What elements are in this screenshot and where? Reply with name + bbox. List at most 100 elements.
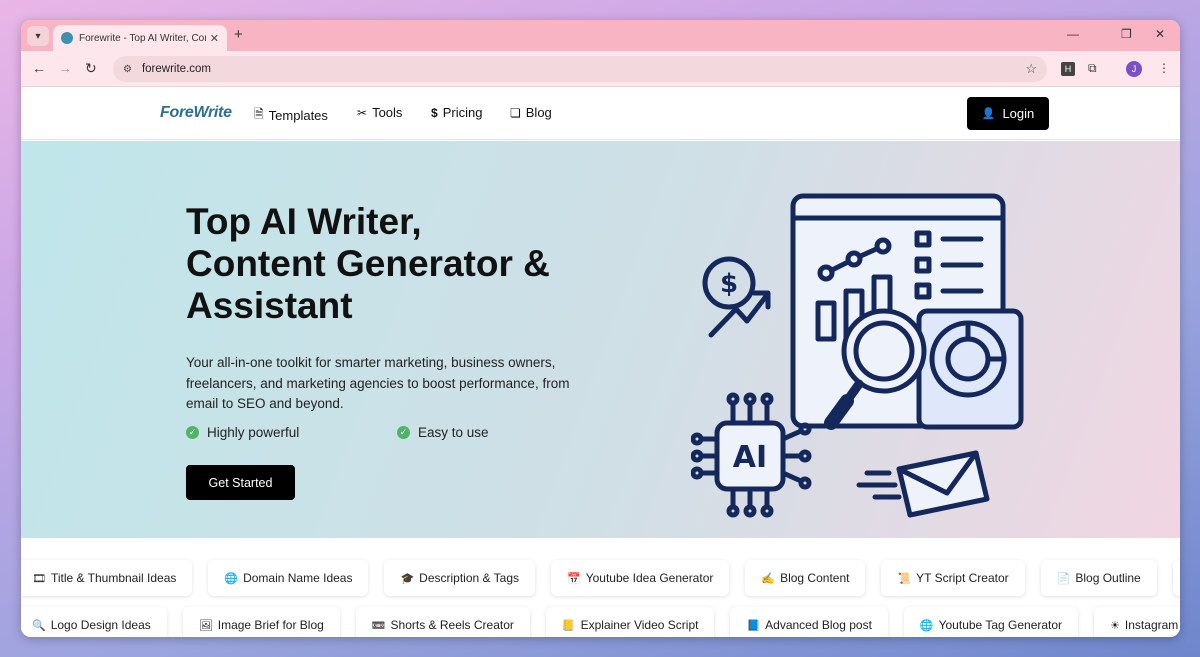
hero-description: Your all-in-one toolkit for smarter mark… (186, 355, 570, 411)
hero-title-line: Top AI Writer, (186, 201, 422, 242)
chip-icon: 🌐 (919, 619, 934, 632)
chip-row: 🔍 Logo Design Ideas 🖼 Image Brief for Blog 📼… (21, 607, 1180, 637)
copy-icon: ❏ (510, 105, 521, 120)
chip-row: 🎞 Title & Thumbnail Ideas 🌐 Domain Name Ide… (21, 560, 1180, 596)
favicon-icon (61, 32, 73, 44)
login-button[interactable]: 👤 Login (967, 97, 1049, 130)
feature-label: Highly powerful (207, 425, 300, 440)
user-icon: 👤 (981, 108, 996, 120)
new-tab-icon[interactable]: + (234, 26, 243, 43)
hero-title: Top AI Writer, Content Generator & Assis… (186, 201, 606, 327)
chip-label: Youtube Tag Generator (938, 618, 1063, 632)
template-chip[interactable]: 🖼 Image Brief for Blog (182, 607, 340, 637)
envelope-icon (856, 450, 990, 518)
tab-search-button[interactable]: ▾ (27, 26, 49, 46)
nav-pricing[interactable]: $ Pricing (431, 105, 482, 120)
bookmark-star-icon[interactable]: ☆ (1025, 61, 1037, 77)
site-info-icon[interactable]: ⚙ (123, 64, 132, 75)
template-chip[interactable]: 🎞 Title & Thumbnail Ideas (21, 560, 193, 596)
feature-item: ✓ Highly powerful (186, 425, 299, 440)
template-chip[interactable]: 📼 Shorts & Reels Creator (355, 607, 530, 637)
extensions-puzzle-icon[interactable]: ⧉ (1088, 61, 1097, 76)
restore-icon[interactable]: ❐ (1121, 27, 1132, 41)
template-chip[interactable]: ✍ Blog Content (745, 560, 866, 596)
document-icon: 🗎 (254, 107, 264, 121)
chip-icon: 🌐 (224, 572, 239, 585)
chip-label: Image Brief for Blog (217, 618, 324, 632)
login-label: Login (1002, 106, 1035, 121)
close-window-icon[interactable]: ✕ (1155, 27, 1165, 41)
chip-label: Explainer Video Script (580, 618, 699, 632)
chip-icon: 🎞 (32, 572, 46, 585)
nav-label: Blog (525, 105, 552, 120)
chevron-down-icon: ▾ (35, 30, 41, 42)
chip-label: Blog Outline (1075, 571, 1141, 585)
template-chip[interactable]: 📘 Advanced Blog post (730, 607, 888, 637)
browser-window: ▾ Forewrite - Top AI Writer, Content Gen… (21, 20, 1180, 637)
check-circle-icon: ✓ (397, 426, 410, 439)
chip-icon: 📅 (567, 572, 581, 585)
template-chip[interactable]: 💬 (1172, 560, 1180, 596)
chip-icon: 📘 (746, 619, 761, 632)
chip-label: Youtube Idea Generator (585, 571, 714, 585)
nav-tools[interactable]: ✂ Tools (357, 105, 402, 120)
chip-label: Domain Name Ideas (243, 571, 353, 585)
svg-text:$: $ (720, 269, 738, 299)
back-icon[interactable]: ← (32, 60, 46, 76)
chip-icon: 📜 (897, 572, 912, 585)
chip-label: Logo Design Ideas (50, 618, 151, 632)
nav-label: Pricing (442, 105, 483, 120)
hero-title-line: Assistant (186, 285, 353, 326)
nav-label: Templates (268, 108, 328, 123)
chip-icon: 📼 (371, 619, 386, 632)
dollar-icon: $ (431, 105, 438, 120)
template-chip[interactable]: 🎓 Description & Tags (384, 560, 535, 596)
chip-icon: 📒 (561, 619, 576, 632)
minimize-icon[interactable]: — (1067, 27, 1079, 41)
browser-toolbar: ← → ↻ ⚙ forewrite.com ☆ H ⧉ J ⋮ (21, 51, 1180, 87)
browser-tab[interactable]: Forewrite - Top AI Writer, Content Gener… (53, 25, 227, 51)
template-chip[interactable]: 📒 Explainer Video Script (545, 607, 715, 637)
chip-label: Shorts & Reels Creator (390, 618, 514, 632)
template-chip[interactable]: 📅 Youtube Idea Generator (551, 560, 730, 596)
chip-icon: 📄 (1056, 572, 1071, 585)
hero-title-line: Content Generator & (186, 243, 550, 284)
forward-icon[interactable]: → (58, 60, 72, 76)
chip-label: Blog Content (780, 571, 850, 585)
template-chip[interactable]: 📄 Blog Outline (1040, 560, 1157, 596)
address-bar[interactable]: ⚙ forewrite.com ☆ (113, 56, 1047, 82)
tools-icon: ✂ (357, 105, 368, 120)
extension-h-icon[interactable]: H (1061, 62, 1075, 76)
chip-label: Advanced Blog post (765, 618, 872, 632)
template-chip[interactable]: 📜 YT Script Creator (881, 560, 1025, 596)
nav-label: Tools (372, 105, 403, 120)
tab-title: Forewrite - Top AI Writer, Content Gener… (79, 32, 206, 44)
chip-label: YT Script Creator (916, 571, 1009, 585)
more-menu-icon[interactable]: ⋮ (1158, 61, 1170, 75)
ai-chip-label: AI (733, 440, 767, 475)
check-circle-icon: ✓ (186, 426, 199, 439)
feature-item: ✓ Easy to use (397, 425, 489, 440)
nav-blog[interactable]: ❏ Blog (510, 105, 552, 120)
nav-templates[interactable]: 🗎 Templates (254, 105, 328, 126)
get-started-button[interactable]: Get Started (186, 465, 295, 500)
feature-label: Easy to use (418, 425, 489, 440)
template-chip[interactable]: 🌐 Youtube Tag Generator (903, 607, 1079, 637)
hero-section: Top AI Writer, Content Generator & Assis… (21, 141, 1180, 538)
chip-label: Description & Tags (419, 571, 519, 585)
analytics-illustration: $ AI (691, 193, 1024, 518)
chip-icon: ☀ (1110, 619, 1120, 632)
reload-icon[interactable]: ↻ (85, 60, 97, 77)
template-chip[interactable]: ☀ Instagram Ca (1094, 607, 1180, 637)
close-tab-icon[interactable]: ✕ (210, 32, 219, 45)
tab-strip: ▾ Forewrite - Top AI Writer, Content Gen… (21, 20, 1180, 51)
chip-icon: 🔍 (32, 619, 46, 632)
template-chip[interactable]: 🔍 Logo Design Ideas (21, 607, 167, 637)
url-text: forewrite.com (141, 63, 211, 75)
chip-label: Title & Thumbnail Ideas (50, 571, 177, 585)
chip-icon: 🎓 (400, 572, 415, 585)
template-chip[interactable]: 🌐 Domain Name Ideas (208, 560, 369, 596)
profile-avatar[interactable]: J (1126, 61, 1142, 77)
site-logo[interactable]: ForeWrite (160, 104, 232, 122)
chip-label: Instagram Ca (1124, 618, 1180, 632)
